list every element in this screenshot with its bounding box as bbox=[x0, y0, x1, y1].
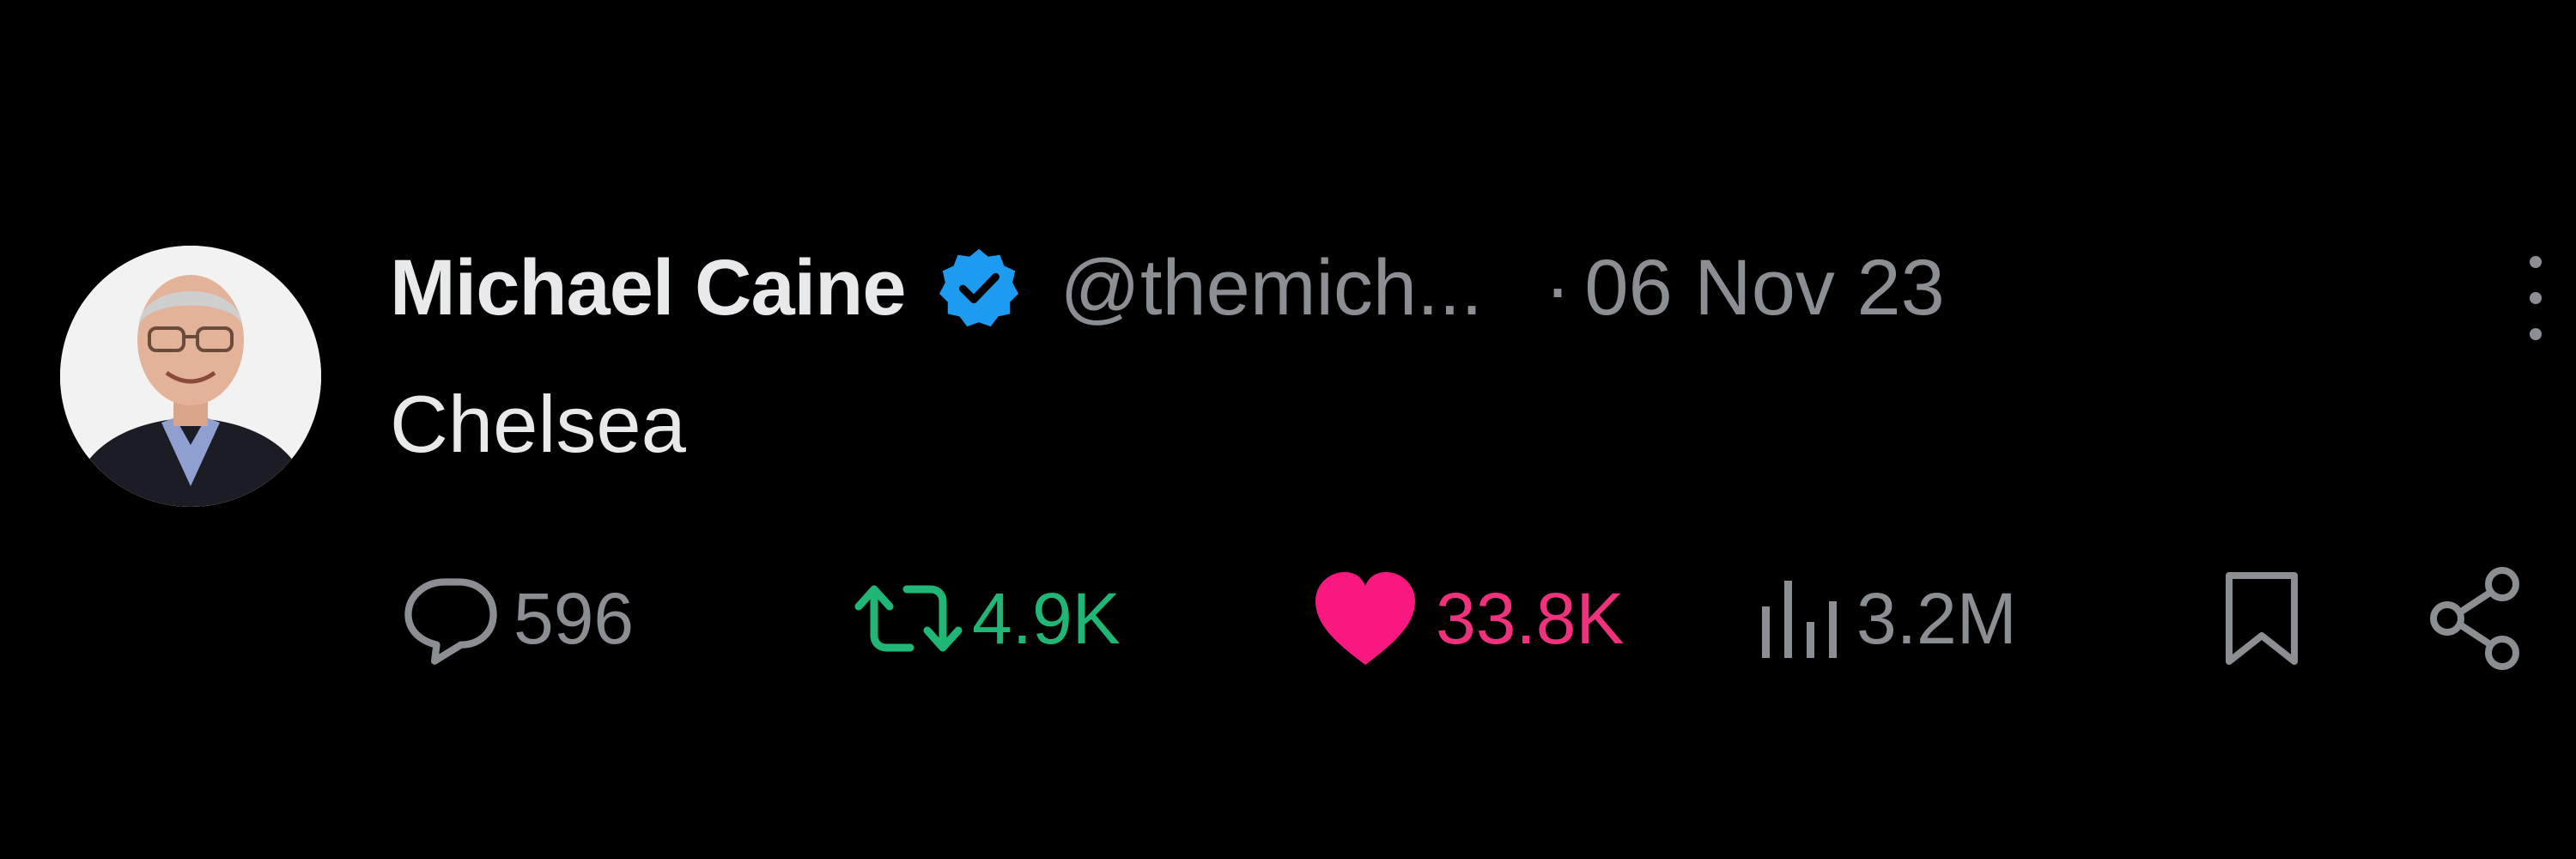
author-handle[interactable]: @themich... bbox=[1060, 243, 1483, 333]
share-icon bbox=[2427, 565, 2526, 672]
avatar[interactable] bbox=[60, 246, 321, 507]
more-options-icon[interactable] bbox=[2523, 253, 2549, 345]
reply-icon bbox=[400, 568, 501, 669]
tweet-header: Michael Caine @themich... · 06 Nov 23 bbox=[390, 232, 1945, 344]
author-name[interactable]: Michael Caine bbox=[390, 243, 907, 333]
repost-icon bbox=[852, 576, 965, 661]
reply-button[interactable]: 596 bbox=[400, 550, 634, 687]
avatar-photo bbox=[60, 246, 321, 507]
tweet-card: Michael Caine @themich... · 06 Nov 23 Ch… bbox=[0, 0, 2576, 859]
tweet-date[interactable]: 06 Nov 23 bbox=[1584, 243, 1944, 333]
separator-dot: · bbox=[1544, 243, 1571, 332]
share-button[interactable] bbox=[2427, 550, 2526, 687]
repost-button[interactable]: 4.9K bbox=[852, 550, 1121, 687]
views-count: 3.2M bbox=[1856, 577, 2017, 659]
tweet-text: Chelsea bbox=[390, 379, 686, 469]
like-button[interactable]: 33.8K bbox=[1312, 550, 1625, 687]
bookmark-button[interactable] bbox=[2221, 550, 2303, 687]
action-bar: 596 4.9K 33.8K 3.2M bbox=[0, 550, 2576, 687]
repost-count: 4.9K bbox=[972, 577, 1121, 659]
verified-badge-icon bbox=[937, 246, 1021, 330]
views-button[interactable]: 3.2M bbox=[1759, 550, 2017, 687]
views-icon bbox=[1759, 576, 1841, 661]
like-count: 33.8K bbox=[1436, 577, 1625, 659]
reply-count: 596 bbox=[513, 577, 635, 659]
heart-icon bbox=[1312, 569, 1419, 668]
bookmark-icon bbox=[2221, 569, 2303, 668]
